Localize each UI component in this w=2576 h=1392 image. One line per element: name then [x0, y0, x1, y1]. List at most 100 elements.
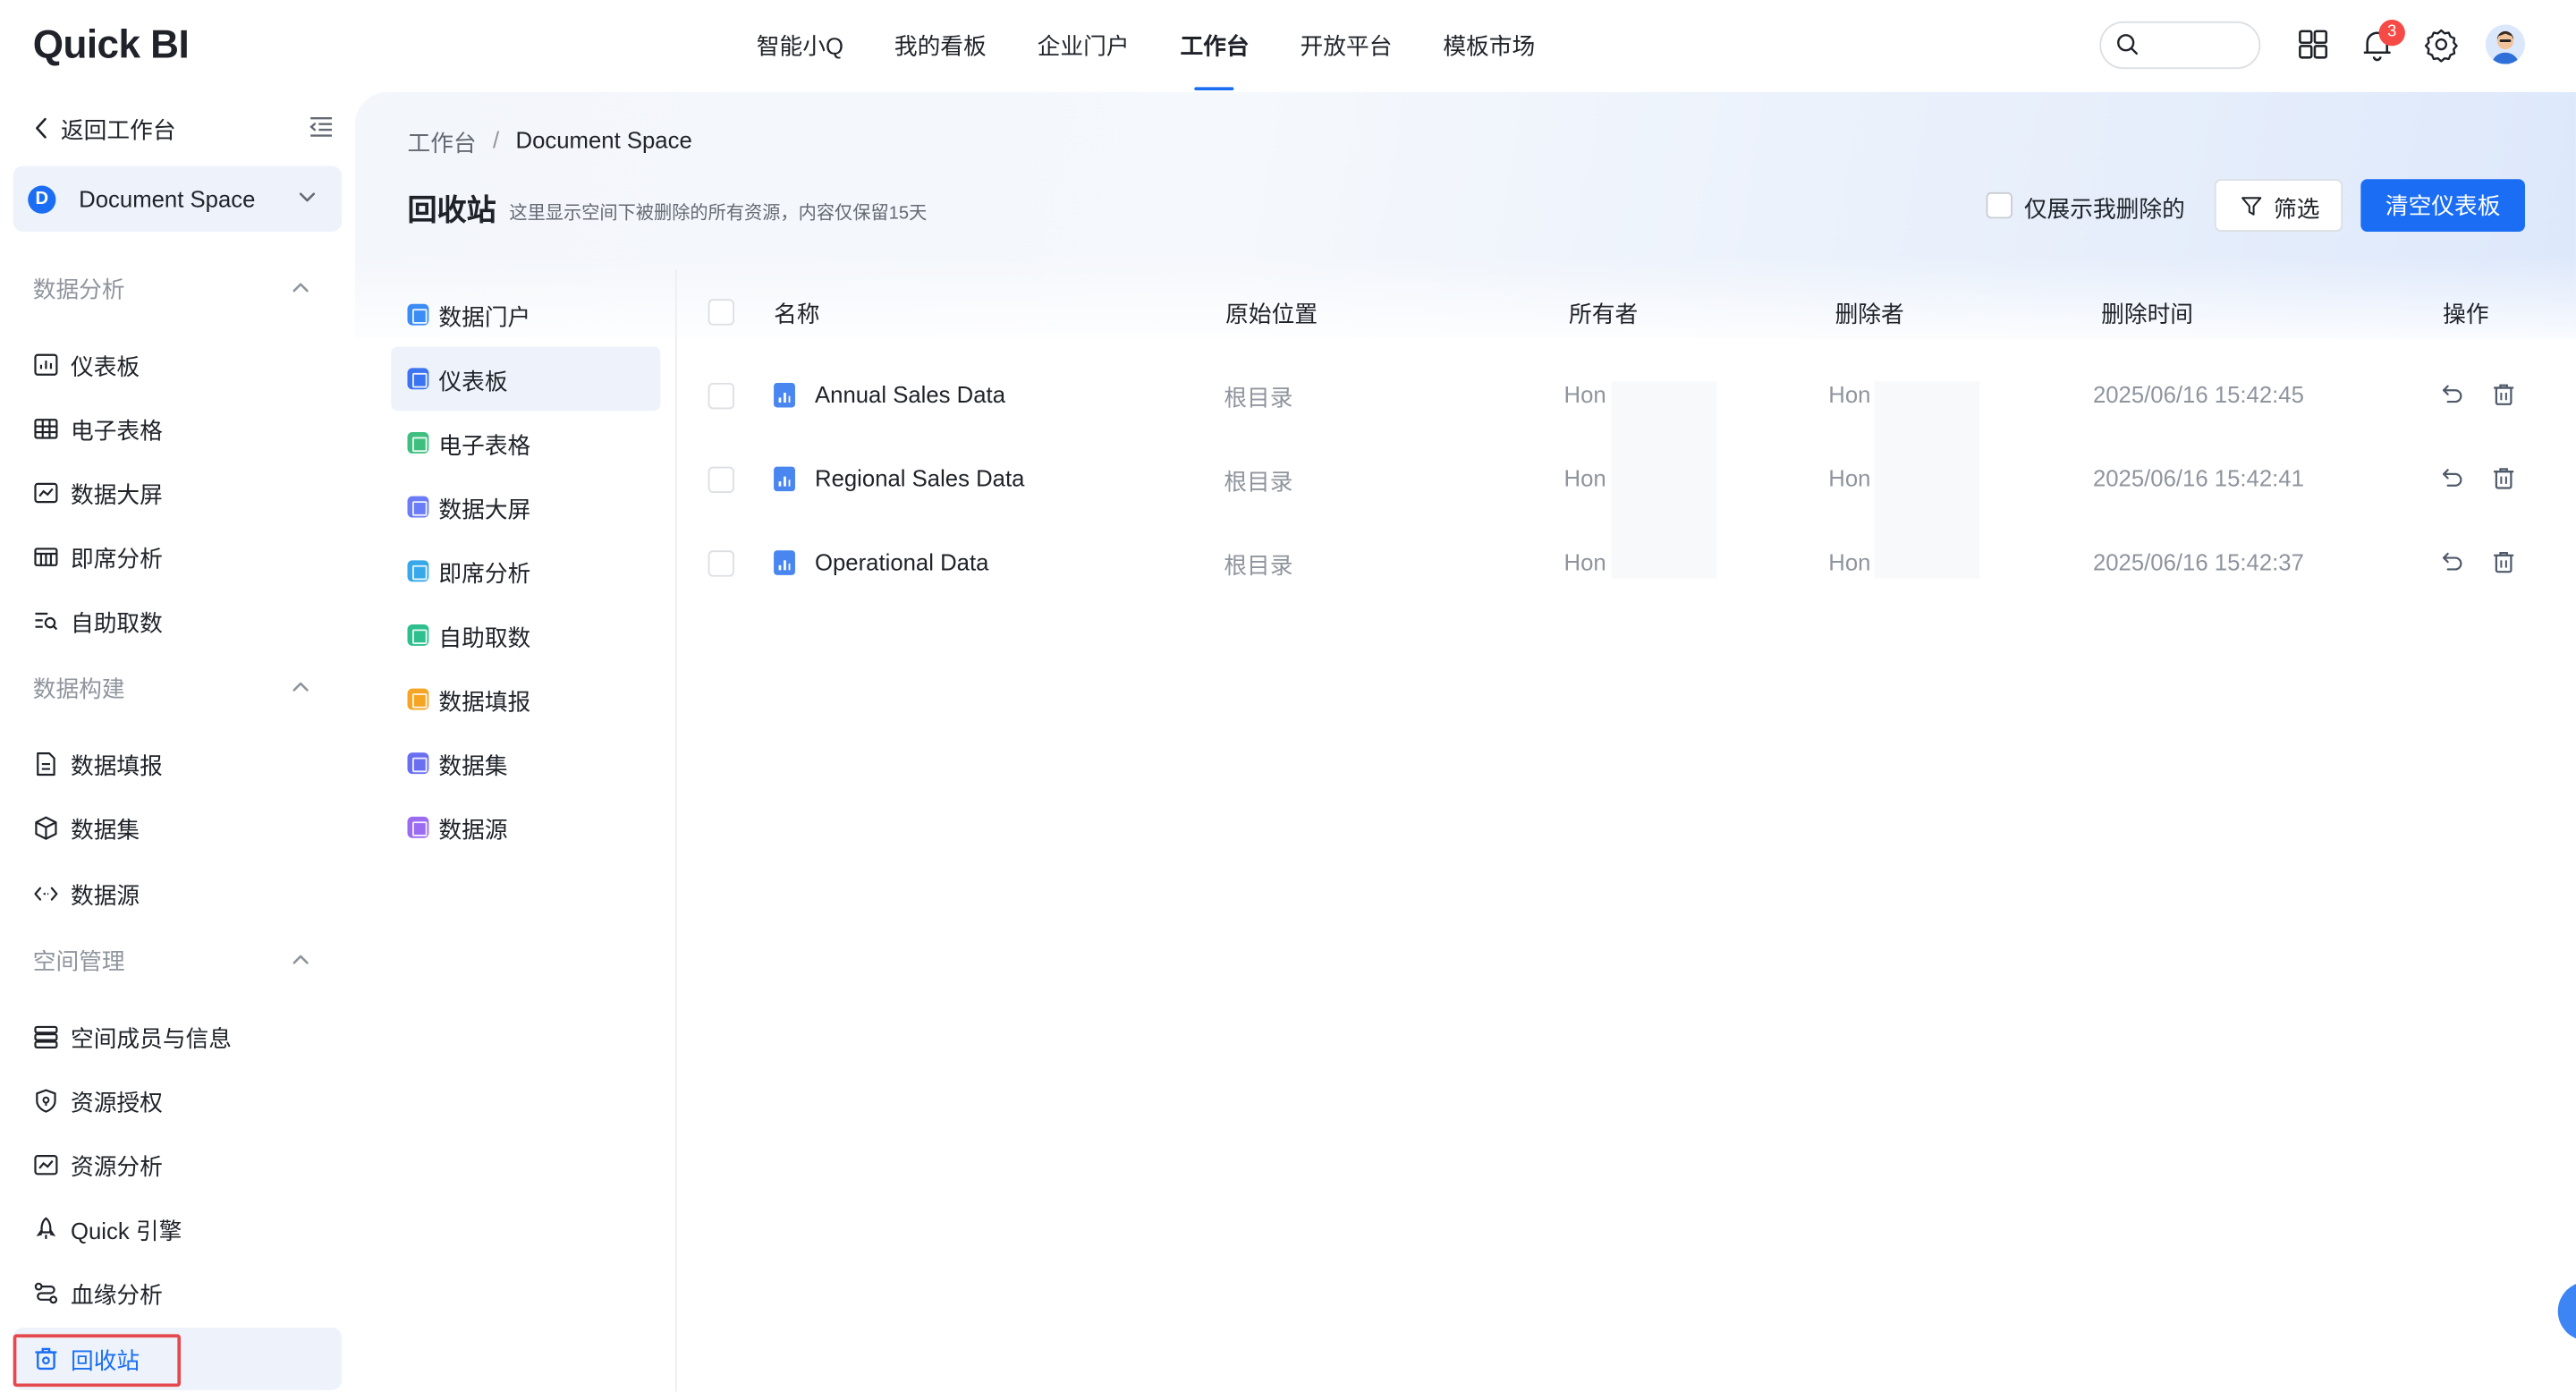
delete-icon[interactable]: [2490, 381, 2516, 407]
select-all-checkbox[interactable]: [708, 299, 735, 326]
sidebar-item-quick-engine[interactable]: Quick 引擎: [13, 1198, 342, 1260]
column-header-deleted-at[interactable]: 删除时间: [2101, 297, 2193, 330]
sidebar-item-label: 空间成员与信息: [70, 1025, 232, 1052]
row-name[interactable]: Operational Data: [815, 548, 988, 574]
restore-icon[interactable]: [2439, 381, 2465, 407]
delete-icon[interactable]: [2490, 548, 2516, 574]
type-label: 数据填报: [438, 688, 531, 715]
type-item-data-form[interactable]: 数据填报: [391, 667, 660, 732]
group-title-space-management: 空间管理: [32, 947, 125, 975]
type-item-dashboard[interactable]: 仪表板: [391, 346, 661, 412]
only-mine-checkbox[interactable]: [1986, 191, 2012, 219]
sidebar-item-lineage[interactable]: 血缘分析: [13, 1262, 342, 1325]
sidebar-item-label: 即席分析: [70, 545, 163, 573]
collapse-sidebar-icon[interactable]: [309, 115, 334, 139]
members-icon: [34, 1025, 58, 1048]
type-item-spreadsheet[interactable]: 电子表格: [391, 411, 660, 475]
sidebar-item-label: Quick 引擎: [70, 1217, 182, 1244]
breadcrumb: 工作台 / Document Space: [408, 126, 692, 159]
user-avatar[interactable]: [2485, 24, 2526, 64]
chevron-left-icon: [36, 117, 47, 139]
type-item-self-fetch[interactable]: 自助取数: [391, 603, 660, 667]
dashboard-file-icon: [774, 550, 795, 575]
breadcrumb-workbench[interactable]: 工作台: [408, 126, 477, 159]
type-item-datasource[interactable]: 数据源: [391, 795, 660, 860]
type-label: 即席分析: [438, 560, 531, 587]
rocket-icon: [36, 1217, 56, 1239]
sidebar-item-dashboard[interactable]: 仪表板: [13, 334, 342, 396]
row-deleter: Hon: [1828, 381, 1871, 408]
row-deleted-at: 2025/06/16 15:42:45: [2092, 381, 2304, 408]
breadcrumb-separator: /: [493, 126, 500, 153]
shield-icon: [36, 1089, 56, 1113]
row-owner: Hon: [1563, 548, 1606, 575]
app-logo[interactable]: Quick BI: [33, 23, 190, 69]
space-selector[interactable]: D Document Space: [13, 166, 343, 232]
nav-item-open-platform[interactable]: 开放平台: [1275, 0, 1418, 92]
top-nav: 智能小Q 我的看板 企业门户 工作台 开放平台 模板市场: [731, 0, 1560, 92]
sidebar-item-dataset[interactable]: 数据集: [13, 797, 342, 860]
type-item-adhoc[interactable]: 即席分析: [391, 539, 660, 603]
row-checkbox[interactable]: [708, 550, 735, 577]
sidebar-item-adhoc[interactable]: 即席分析: [13, 526, 342, 589]
column-header-location[interactable]: 原始位置: [1225, 297, 1318, 330]
search-box[interactable]: [2099, 21, 2261, 70]
column-header-name[interactable]: 名称: [774, 297, 819, 330]
sidebar-item-spreadsheet[interactable]: 电子表格: [13, 397, 342, 460]
cube-icon: [35, 816, 57, 840]
nav-item-smart-q[interactable]: 智能小Q: [731, 0, 869, 92]
row-checkbox[interactable]: [708, 466, 735, 494]
search-input[interactable]: [2150, 30, 2250, 61]
form-icon: [37, 752, 55, 777]
sidebar-item-members[interactable]: 空间成员与信息: [13, 1006, 342, 1068]
sidebar-item-recycle-bin[interactable]: 回收站: [13, 1328, 343, 1390]
restore-icon[interactable]: [2439, 465, 2465, 491]
delete-icon[interactable]: [2490, 465, 2516, 491]
sidebar-item-self-fetch[interactable]: 自助取数: [13, 590, 342, 652]
row-deleted-at: 2025/06/16 15:42:37: [2092, 548, 2304, 575]
restore-icon[interactable]: [2439, 548, 2465, 574]
apps-grid-icon[interactable]: [2295, 26, 2331, 62]
nav-item-template-market[interactable]: 模板市场: [1418, 0, 1561, 92]
nav-item-workbench[interactable]: 工作台: [1155, 0, 1275, 92]
type-label: 仪表板: [438, 368, 508, 395]
sidebar-item-big-screen[interactable]: 数据大屏: [13, 462, 342, 524]
redaction-mask-deleter: [1874, 381, 1980, 579]
header-gradient-fade: [354, 256, 2576, 355]
space-name: Document Space: [79, 185, 256, 212]
column-header-deleter[interactable]: 删除者: [1835, 297, 1904, 330]
filter-button[interactable]: 筛选: [2214, 179, 2343, 232]
type-item-portal[interactable]: 数据门户: [391, 283, 660, 347]
sidebar-item-label: 数据填报: [70, 752, 163, 779]
sidebar-item-data-form[interactable]: 数据填报: [13, 733, 342, 795]
sidebar-item-resource-auth[interactable]: 资源授权: [13, 1070, 342, 1133]
page: Quick BI 智能小Q 我的看板 企业门户 工作台 开放平台 模板市场 3 …: [0, 0, 2576, 1392]
cube-icon: [407, 752, 429, 775]
search-icon: [2117, 34, 2139, 55]
clear-dashboard-button[interactable]: 清空仪表板: [2360, 179, 2526, 232]
chevron-up-icon[interactable]: [291, 279, 310, 295]
back-to-workbench[interactable]: 返回工作台: [33, 112, 335, 145]
group-title-data-build: 数据构建: [32, 675, 125, 702]
sidebar-item-label: 血缘分析: [70, 1281, 163, 1309]
screen-icon: [407, 496, 429, 518]
column-header-owner[interactable]: 所有者: [1569, 297, 1638, 330]
row-deleter: Hon: [1828, 464, 1871, 492]
row-name[interactable]: Regional Sales Data: [815, 465, 1024, 491]
code-icon: [407, 816, 429, 838]
lineage-icon: [34, 1282, 58, 1304]
sidebar-item-datasource[interactable]: 数据源: [13, 862, 342, 925]
row-owner: Hon: [1563, 464, 1606, 492]
gear-icon[interactable]: [2423, 26, 2459, 63]
dashboard-file-icon: [774, 466, 795, 492]
type-item-dataset[interactable]: 数据集: [391, 731, 660, 795]
nav-item-portal[interactable]: 企业门户: [1012, 0, 1155, 92]
type-item-big-screen[interactable]: 数据大屏: [391, 475, 660, 539]
chevron-up-icon[interactable]: [291, 951, 310, 967]
sidebar-item-resource-analysis[interactable]: 资源分析: [13, 1133, 342, 1196]
row-checkbox[interactable]: [708, 382, 735, 410]
row-name[interactable]: Annual Sales Data: [815, 381, 1005, 407]
chevron-up-icon[interactable]: [291, 679, 310, 695]
adhoc-icon: [407, 560, 429, 582]
nav-item-my-boards[interactable]: 我的看板: [869, 0, 1012, 92]
